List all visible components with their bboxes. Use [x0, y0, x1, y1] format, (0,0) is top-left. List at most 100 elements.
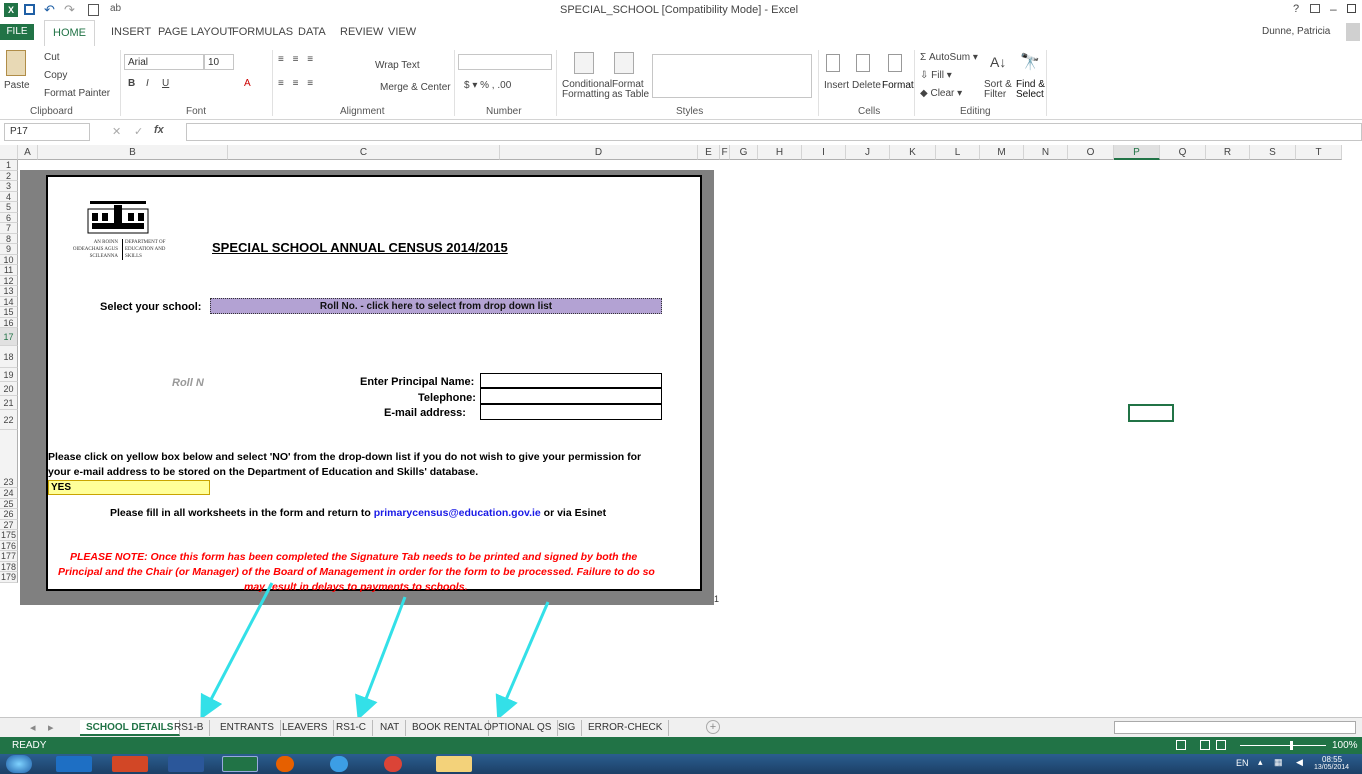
internet-explorer-icon[interactable]	[330, 756, 348, 772]
redo-icon[interactable]: ↷	[64, 2, 75, 18]
sheet-tab-nat[interactable]: NAT	[374, 720, 407, 736]
sheet-tab-entrants[interactable]: ENTRANTS	[214, 720, 281, 736]
zoom-level[interactable]: 100%	[1332, 740, 1358, 751]
clock-date[interactable]: 13/05/2014	[1314, 764, 1349, 771]
scroll-right-icon[interactable]: ▸	[48, 721, 54, 734]
format-as-table-icon[interactable]	[614, 52, 634, 74]
new-sheet-icon[interactable]: +	[706, 720, 720, 734]
horizontal-scrollbar[interactable]	[1114, 721, 1356, 734]
tab-page-layout[interactable]: PAGE LAYOUT	[158, 26, 234, 38]
tab-insert[interactable]: INSERT	[111, 26, 151, 38]
bold-button[interactable]: B	[128, 78, 135, 89]
tab-review[interactable]: REVIEW	[340, 26, 383, 38]
align-icons[interactable]: ≡ ≡ ≡	[278, 54, 316, 65]
copy-button[interactable]: Copy	[44, 70, 67, 81]
powerpoint-icon[interactable]	[112, 756, 148, 772]
cut-button[interactable]: Cut	[44, 52, 60, 63]
sheet-tab-leavers[interactable]: LEAVERS	[276, 720, 335, 736]
clear-label: Clear	[930, 88, 955, 99]
tab-data[interactable]: DATA	[298, 26, 326, 38]
help-icon[interactable]: ?	[1293, 3, 1299, 15]
sheet-tab-sig[interactable]: SIG	[552, 720, 583, 736]
file-explorer-icon[interactable]	[436, 756, 472, 772]
page-layout-view-icon[interactable]	[1200, 740, 1210, 750]
outlook-icon[interactable]	[56, 756, 92, 772]
start-button-icon[interactable]	[6, 755, 32, 773]
network-icon[interactable]: ▦	[1274, 757, 1283, 768]
arrow-to-optional-qs	[495, 601, 550, 717]
cell-styles-gallery[interactable]	[652, 54, 812, 98]
clear-button[interactable]: ◆ Clear ▾	[920, 88, 962, 99]
restore-icon[interactable]	[1347, 4, 1356, 13]
sheet-tab-error-check[interactable]: ERROR-CHECK	[582, 720, 670, 736]
font-color-button[interactable]: A	[244, 78, 251, 89]
delete-cells-icon[interactable]	[856, 54, 870, 72]
status-mode: READY	[12, 740, 47, 751]
tab-file[interactable]: FILE	[0, 24, 34, 40]
user-name[interactable]: Dunne, Patricia	[1262, 26, 1330, 37]
insert-button[interactable]: Insert	[824, 80, 849, 91]
volume-icon[interactable]: ◀	[1296, 757, 1303, 768]
page-break-view-icon[interactable]	[1216, 740, 1226, 750]
sort-filter-icon[interactable]: A↓	[990, 54, 1006, 70]
tab-view[interactable]: VIEW	[388, 26, 416, 38]
format-button[interactable]: Format	[882, 80, 914, 91]
clock-time[interactable]: 08:55	[1322, 755, 1342, 764]
sort-filter-button[interactable]: Sort & Filter	[984, 80, 1016, 100]
underline-button[interactable]: U	[162, 78, 169, 89]
insert-function-icon[interactable]: fx	[154, 124, 164, 136]
wrap-text-button[interactable]: Wrap Text	[375, 60, 420, 71]
tray-arrow-icon[interactable]: ▴	[1258, 757, 1263, 768]
undo-icon[interactable]: ↶	[44, 2, 55, 18]
sheet-tab-school-details[interactable]: SCHOOL DETAILS	[80, 720, 181, 736]
fill-button[interactable]: ⇩ Fill ▾	[920, 70, 952, 81]
spelling-icon[interactable]: ab	[110, 3, 121, 14]
find-select-button[interactable]: Find & Select	[1016, 80, 1046, 100]
conditional-formatting-icon[interactable]	[574, 52, 594, 74]
merge-center-button[interactable]: Merge & Center	[380, 82, 451, 93]
font-name-select[interactable]: Arial	[124, 54, 204, 70]
sheet-tab-rs1-c[interactable]: RS1-C	[330, 720, 374, 736]
worksheet-grid[interactable]: ABCDEFGHIJKLMNOPQRST 1 2 3 4 5 6 7 8 9 10 11 12 13 14…	[0, 145, 1362, 717]
name-box[interactable]: P17	[4, 123, 90, 141]
autosum-button[interactable]: Σ AutoSum ▾	[920, 52, 978, 63]
align-icons-2[interactable]: ≡ ≡ ≡	[278, 78, 316, 89]
number-format-select[interactable]	[458, 54, 552, 70]
language-indicator[interactable]: EN	[1236, 758, 1249, 768]
save-icon[interactable]	[24, 4, 35, 15]
paste-button[interactable]: Paste	[4, 80, 30, 91]
firefox-icon[interactable]	[276, 756, 294, 772]
format-cells-icon[interactable]	[888, 54, 902, 72]
paste-icon[interactable]	[6, 50, 26, 76]
tab-home[interactable]: HOME	[44, 20, 95, 46]
sheet-tab-optional-qs[interactable]: OPTIONAL QS	[478, 720, 559, 736]
formula-input[interactable]	[186, 123, 1362, 141]
percent-button[interactable]: $ ▾ % , .00	[464, 80, 511, 91]
enter-icon[interactable]: ✓	[134, 125, 143, 138]
cancel-icon[interactable]: ✕	[112, 125, 121, 138]
sheet-tab-book-rental[interactable]: BOOK RENTAL	[406, 720, 490, 736]
zoom-thumb[interactable]	[1290, 741, 1293, 750]
zoom-slider[interactable]	[1240, 745, 1326, 746]
avatar[interactable]	[1346, 23, 1360, 41]
print-preview-icon[interactable]	[88, 4, 99, 16]
insert-cells-icon[interactable]	[826, 54, 840, 72]
word-icon[interactable]	[168, 756, 204, 772]
conditional-formatting-button[interactable]: Conditional Formatting	[562, 80, 612, 100]
find-select-icon[interactable]: 🔭	[1020, 52, 1040, 72]
chrome-icon[interactable]	[384, 756, 402, 772]
formula-bar: P17 ✕ ✓ fx	[0, 120, 1362, 144]
delete-button[interactable]: Delete	[852, 80, 881, 91]
scroll-left-icon[interactable]: ◂	[30, 721, 36, 734]
excel-taskbar-icon[interactable]	[222, 756, 258, 772]
format-as-table-button[interactable]: Format as Table	[612, 80, 652, 100]
sheet-tab-bar: ◂ ▸ SCHOOL DETAILS RS1-B ENTRANTS LEAVERS RS…	[0, 717, 1362, 737]
format-painter-button[interactable]: Format Painter	[44, 88, 110, 99]
sheet-tab-rs1-b[interactable]: RS1-B	[168, 720, 211, 736]
tab-formulas[interactable]: FORMULAS	[232, 26, 293, 38]
minimize-icon[interactable]: –	[1330, 2, 1337, 16]
ribbon-display-icon[interactable]	[1310, 4, 1320, 13]
font-size-select[interactable]: 10	[204, 54, 234, 70]
italic-button[interactable]: I	[146, 78, 149, 89]
normal-view-icon[interactable]	[1176, 740, 1186, 750]
